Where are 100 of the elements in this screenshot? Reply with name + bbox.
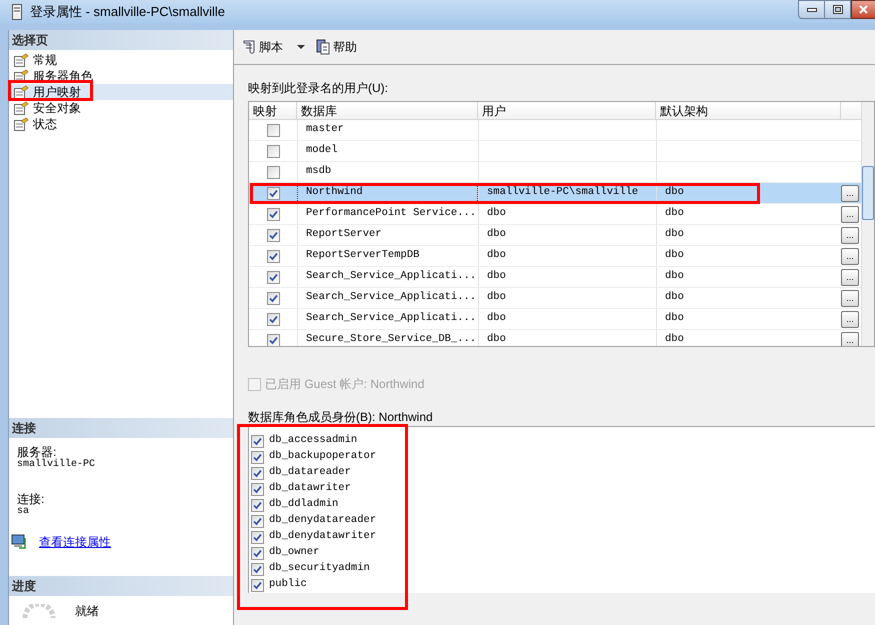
checkbox[interactable] (266, 270, 280, 284)
checkbox[interactable] (266, 228, 280, 242)
maximize-button[interactable] (825, 0, 851, 19)
checkbox[interactable] (266, 144, 280, 158)
table-cell-text: Search_Service_Applicati... (306, 311, 476, 326)
table-cell-text: dbo (665, 311, 684, 326)
script-button[interactable]: 脚本 (241, 38, 283, 56)
checkbox[interactable] (266, 312, 280, 326)
table-row[interactable]: Search_Service_Applicati... dbo dbo ... (249, 309, 861, 330)
table-cell-text: dbo (665, 248, 684, 264)
browse-button[interactable]: ... (841, 310, 859, 328)
checkbox[interactable] (251, 546, 264, 560)
properties-icon (13, 53, 29, 67)
checkbox[interactable] (266, 186, 280, 200)
role-label: public (269, 577, 307, 592)
role-label: db_denydatareader (269, 513, 376, 528)
role-label: db_denydatawriter (269, 529, 376, 544)
help-button[interactable]: 帮助 (315, 38, 357, 56)
checkbox[interactable] (266, 208, 280, 220)
page-item[interactable]: 安全对象 (9, 100, 233, 116)
table-cell-text: dbo (487, 248, 506, 264)
checkbox[interactable] (251, 530, 264, 544)
table-cell-text: dbo (487, 269, 506, 284)
properties-icon (13, 117, 29, 131)
role-label: db_backupoperator (269, 449, 376, 464)
role-label: db_accessadmin (269, 433, 358, 448)
server-label: 服务器: (17, 446, 56, 459)
browse-button[interactable]: ... (841, 226, 859, 244)
table-cell-text: msdb (306, 164, 332, 180)
column-header[interactable]: 用户 (478, 102, 656, 119)
checkbox[interactable] (251, 562, 264, 576)
table-cell-text: model (306, 143, 338, 158)
column-header[interactable]: 映射 (249, 102, 297, 119)
browse-button[interactable]: ... (841, 206, 859, 222)
server-name: smallville-PC (17, 459, 96, 470)
browse-button[interactable]: ... (841, 332, 859, 346)
mapping-label: 映射到此登录名的用户(U): (248, 80, 389, 96)
role-label: db_ddladmin (269, 497, 338, 512)
table-cell-text: dbo (487, 290, 506, 306)
checkbox[interactable] (266, 292, 280, 304)
table-cell: dbo (665, 332, 684, 346)
properties-icon (13, 101, 29, 115)
table-cell-text: ReportServerTempDB (306, 248, 420, 264)
table-cell-text: dbo (487, 206, 506, 222)
checkbox[interactable] (251, 578, 264, 592)
table-row[interactable]: ReportServer dbo dbo ... (249, 225, 861, 246)
table-cell: Secure_Store_Service_DB_... (306, 332, 476, 346)
checkbox[interactable] (251, 466, 264, 480)
maximize-icon (832, 5, 842, 14)
checkbox[interactable] (251, 450, 264, 464)
section-header: 选择页 (9, 30, 233, 50)
minimize-icon (806, 8, 816, 12)
table-cell-text: Northwind (306, 185, 363, 200)
checkbox[interactable] (251, 498, 264, 512)
table-row[interactable]: Search_Service_Applicati... dbo dbo ... (249, 288, 861, 309)
section-header: 连接 (9, 418, 233, 438)
table-cell-text: ReportServer (306, 227, 382, 242)
connection-name: sa (17, 506, 30, 517)
checkbox[interactable] (266, 166, 280, 178)
page-item[interactable]: 常规 (9, 52, 233, 68)
table-cell-text: Search_Service_Applicati... (306, 269, 476, 284)
column-header[interactable]: 数据库 (297, 102, 478, 119)
table-row[interactable]: Secure_Store_Service_DB_... dbo dbo ... (249, 330, 861, 346)
table-cell-text: dbo (665, 206, 684, 222)
table-cell-text: dbo (487, 311, 506, 326)
table-cell: dbo (487, 332, 506, 346)
minimize-button[interactable] (798, 0, 825, 19)
checkbox[interactable] (251, 434, 264, 448)
table-row[interactable]: ReportServerTempDB dbo dbo ... (249, 246, 861, 267)
browse-button[interactable]: ... (841, 248, 859, 264)
browse-button[interactable]: ... (841, 184, 859, 202)
window-icon (12, 4, 22, 20)
role-label: db_owner (269, 545, 320, 560)
table-cell-text: smallville-PC\smallville (487, 185, 638, 200)
table-row[interactable]: Search_Service_Applicati... dbo dbo ... (249, 267, 861, 288)
browse-button[interactable]: ... (841, 290, 859, 306)
page-item[interactable]: 用户映射 (9, 84, 233, 100)
progress-status: 就绪 (75, 603, 99, 620)
connection-properties-link[interactable]: 查看连接属性 (39, 533, 111, 551)
checkbox[interactable] (266, 124, 280, 136)
checkbox[interactable] (266, 334, 280, 346)
role-label: db_datawriter (269, 481, 351, 496)
table-cell-text: dbo (665, 269, 684, 284)
column-header[interactable]: 默认架构 (656, 102, 841, 119)
scrollbar[interactable] (861, 102, 874, 346)
spinner-icon (21, 604, 57, 618)
table-row[interactable]: model (249, 141, 861, 162)
window-title: 登录属性 - smallville-PC\smallville (30, 3, 226, 22)
checkbox[interactable] (251, 514, 264, 528)
checkbox[interactable] (251, 482, 264, 496)
role-label: db_datareader (269, 465, 351, 480)
page-item[interactable]: 状态 (9, 116, 233, 132)
checkbox[interactable] (266, 250, 280, 262)
roles-label: 数据库角色成员身份(B): Northwind (248, 409, 434, 425)
table-cell-text: dbo (665, 290, 684, 306)
role-label: db_securityadmin (269, 561, 370, 576)
dropdown-arrow-icon[interactable] (297, 45, 305, 49)
table-row[interactable]: master (249, 120, 861, 141)
browse-button[interactable]: ... (841, 268, 859, 286)
close-button[interactable] (851, 0, 875, 19)
